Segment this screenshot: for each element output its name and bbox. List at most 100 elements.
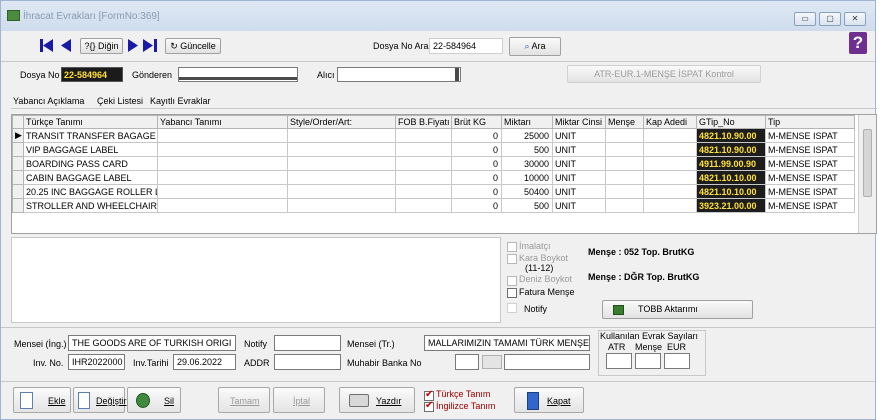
grid-header-turkce[interactable]: Türkçe Tanımı <box>23 115 158 129</box>
eur-count-field[interactable] <box>664 353 690 369</box>
kapat-button[interactable]: Kapat <box>514 387 584 413</box>
atr-kontrol-button[interactable]: ATR-EUR.1-MENŞE İSPAT Kontrol <box>567 65 761 83</box>
imalatci-checkbox[interactable] <box>507 242 517 252</box>
cell-fob[interactable] <box>395 142 452 157</box>
ingilizce-tanim-checkbox[interactable] <box>424 400 434 412</box>
digin-button[interactable]: ?{} Diğin <box>80 38 123 54</box>
cell-yabanci[interactable] <box>157 184 288 199</box>
mensei-tr-field[interactable]: MALLARIMIZIN TAMAMI TÜRK MENŞE <box>424 335 590 351</box>
cell-tip[interactable]: M-MENSE ISPAT <box>765 170 855 185</box>
table-row[interactable]: ▶ TRANSIT TRANSFER BAGAGE 0 25000 UNIT 4… <box>12 128 855 143</box>
table-row[interactable]: VIP BAGGAGE LABEL 0 500 UNIT 4821.10.90.… <box>12 142 855 157</box>
cell-mense[interactable] <box>605 170 644 185</box>
cell-tip[interactable]: M-MENSE ISPAT <box>765 184 855 199</box>
cell-turkce[interactable]: STROLLER AND WHEELCHAIR <box>23 198 158 213</box>
cell-style[interactable] <box>287 184 396 199</box>
grid-header-kap[interactable]: Kap Adedi <box>643 115 697 129</box>
grid-header-miktar[interactable]: Miktarı <box>501 115 553 129</box>
fatura-mense-checkbox[interactable] <box>507 288 517 298</box>
cell-tip[interactable]: M-MENSE ISPAT <box>765 156 855 171</box>
items-grid[interactable]: Türkçe Tanımı Yabancı Tanımı Style/Order… <box>11 114 877 234</box>
cell-fob[interactable] <box>395 128 452 143</box>
table-row[interactable]: 20.25 INC BAGGAGE ROLLER L 0 50400 UNIT … <box>12 184 855 199</box>
cell-mense[interactable] <box>605 198 644 213</box>
cell-miktar[interactable]: 30000 <box>501 156 553 171</box>
cell-brut[interactable]: 0 <box>451 128 502 143</box>
minimize-button[interactable]: ▭ <box>794 12 816 26</box>
scrollbar-thumb[interactable] <box>863 129 872 197</box>
grid-header-yabanci[interactable]: Yabancı Tanımı <box>157 115 288 129</box>
cell-turkce[interactable]: CABIN BAGGAGE LABEL <box>23 170 158 185</box>
last-record-icon[interactable] <box>143 39 159 53</box>
cell-miktar[interactable]: 500 <box>501 198 553 213</box>
grid-header-tip[interactable]: Tip <box>765 115 855 129</box>
mense-count-field[interactable] <box>635 353 661 369</box>
dosya-no-ara-input[interactable]: 22-584964 <box>429 38 503 54</box>
cell-cinsi[interactable]: UNIT <box>552 170 606 185</box>
grid-scrollbar[interactable] <box>858 115 876 233</box>
guncelle-button[interactable]: ↻ Güncelle <box>165 38 221 54</box>
cell-yabanci[interactable] <box>157 156 288 171</box>
cell-brut[interactable]: 0 <box>451 156 502 171</box>
dosya-no-field[interactable]: 22-584964 <box>61 67 123 82</box>
inv-no-field[interactable]: IHR2022000 <box>68 354 125 370</box>
cell-mense[interactable] <box>605 184 644 199</box>
kara-boykot-checkbox[interactable] <box>507 254 517 264</box>
cell-mense[interactable] <box>605 128 644 143</box>
cell-kap[interactable] <box>643 184 697 199</box>
tab-yabanci-aciklama[interactable]: Yabancı Açıklama <box>13 96 84 106</box>
table-row[interactable]: STROLLER AND WHEELCHAIR 0 500 UNIT 3923.… <box>12 198 855 213</box>
cell-mense[interactable] <box>605 142 644 157</box>
cell-yabanci[interactable] <box>157 170 288 185</box>
cell-turkce[interactable]: VIP BAGGAGE LABEL <box>23 142 158 157</box>
cell-tip[interactable]: M-MENSE ISPAT <box>765 142 855 157</box>
alici-field[interactable] <box>337 67 461 82</box>
previous-record-icon[interactable] <box>59 39 73 53</box>
iptal-button[interactable]: İptal <box>273 387 325 413</box>
cell-cinsi[interactable]: UNIT <box>552 128 606 143</box>
cell-kap[interactable] <box>643 170 697 185</box>
notify-checkbox[interactable] <box>507 303 517 313</box>
cell-style[interactable] <box>287 142 396 157</box>
cell-gtip[interactable]: 4821.10.10.00 <box>696 184 766 199</box>
table-row[interactable]: CABIN BAGGAGE LABEL 0 10000 UNIT 4821.10… <box>12 170 855 185</box>
tamam-button[interactable]: Tamam <box>218 387 270 413</box>
cell-yabanci[interactable] <box>157 128 288 143</box>
cell-gtip[interactable]: 3923.21.00.00 <box>696 198 766 213</box>
cell-turkce[interactable]: 20.25 INC BAGGAGE ROLLER L <box>23 184 158 199</box>
inv-tarihi-field[interactable]: 29.06.2022 <box>173 354 236 370</box>
cell-miktar[interactable]: 500 <box>501 142 553 157</box>
mensei-ing-field[interactable]: THE GOODS ARE OF TURKISH ORIGI <box>68 335 236 351</box>
cell-mense[interactable] <box>605 156 644 171</box>
description-memo[interactable] <box>11 237 501 323</box>
next-record-icon[interactable] <box>126 39 140 53</box>
sil-button[interactable]: Sil <box>127 387 181 413</box>
cell-cinsi[interactable]: UNIT <box>552 184 606 199</box>
cell-gtip[interactable]: 4821.10.10.00 <box>696 170 766 185</box>
table-row[interactable]: BOARDING PASS CARD 0 30000 UNIT 4911.99.… <box>12 156 855 171</box>
muhabir-name-field[interactable] <box>504 354 590 370</box>
grid-header-gtip[interactable]: GTip_No <box>696 115 766 129</box>
cell-kap[interactable] <box>643 128 697 143</box>
cell-fob[interactable] <box>395 156 452 171</box>
cell-miktar[interactable]: 50400 <box>501 184 553 199</box>
cell-brut[interactable]: 0 <box>451 184 502 199</box>
cell-brut[interactable]: 0 <box>451 198 502 213</box>
muhabir-lookup-icon[interactable] <box>482 355 502 369</box>
close-button[interactable]: ✕ <box>844 12 866 26</box>
maximize-button[interactable]: ▢ <box>819 12 841 26</box>
cell-turkce[interactable]: TRANSIT TRANSFER BAGAGE <box>23 128 158 143</box>
cell-kap[interactable] <box>643 142 697 157</box>
muhabir-field[interactable] <box>455 354 479 370</box>
cell-style[interactable] <box>287 156 396 171</box>
tab-kayitli-evraklar[interactable]: Kayıtlı Evraklar <box>150 96 211 106</box>
cell-fob[interactable] <box>395 184 452 199</box>
cell-kap[interactable] <box>643 198 697 213</box>
addr-field[interactable] <box>274 354 341 370</box>
tab-ceki-listesi[interactable]: Çeki Listesi <box>97 96 143 106</box>
ara-button[interactable]: ⌕ Ara <box>509 37 561 56</box>
cell-brut[interactable]: 0 <box>451 142 502 157</box>
cell-style[interactable] <box>287 128 396 143</box>
cell-tip[interactable]: M-MENSE ISPAT <box>765 128 855 143</box>
cell-yabanci[interactable] <box>157 198 288 213</box>
